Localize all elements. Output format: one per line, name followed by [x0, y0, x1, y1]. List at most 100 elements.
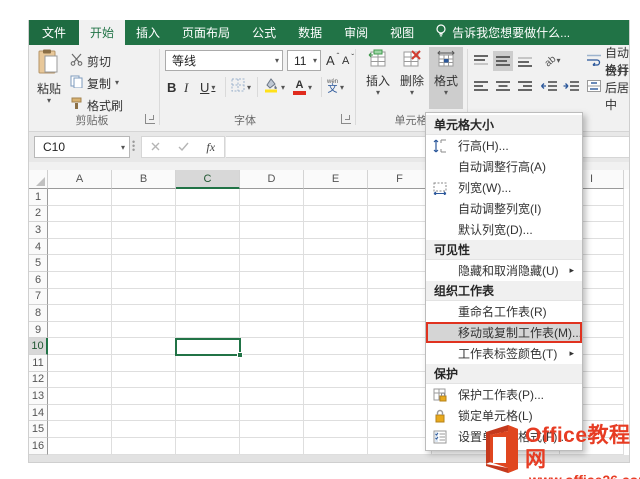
fill-handle[interactable]	[237, 352, 243, 358]
tab-3[interactable]: 页面布局	[171, 20, 241, 45]
grid-cell-B2[interactable]	[112, 205, 176, 223]
grid-cell-E2[interactable]	[304, 205, 368, 223]
column-header-D[interactable]: D	[240, 170, 304, 189]
grid-cell-F2[interactable]	[368, 205, 432, 223]
grid-cell-E11[interactable]	[304, 354, 368, 372]
menu-item-3-1[interactable]: 锁定单元格(L)	[426, 405, 582, 426]
grow-font-button[interactable]: Aˆ	[326, 50, 339, 71]
grid-cell-F3[interactable]	[368, 222, 432, 239]
menu-item-3-0[interactable]: 保护工作表(P)...	[426, 384, 582, 405]
grid-cell-B16[interactable]	[112, 437, 176, 455]
enter-icon[interactable]	[178, 138, 189, 156]
italic-button[interactable]: I	[184, 77, 188, 98]
grid-cell-B11[interactable]	[112, 354, 176, 372]
grid-cell-D8[interactable]	[240, 305, 304, 322]
drag-handle-icon[interactable]: • • •	[132, 138, 135, 155]
insert-function-button[interactable]: fx	[206, 140, 215, 155]
row-header-6[interactable]: 6	[29, 271, 48, 289]
grid-cell-F11[interactable]	[368, 354, 432, 372]
row-header-1[interactable]: 1	[29, 189, 48, 206]
tell-me-box[interactable]: 告诉我您想要做什么...	[435, 20, 570, 45]
column-header-B[interactable]: B	[112, 170, 176, 189]
row-header-13[interactable]: 13	[29, 388, 48, 405]
grid-cell-E15[interactable]	[304, 421, 368, 438]
grid-cell-E13[interactable]	[304, 388, 368, 405]
menu-item-0-2[interactable]: 列宽(W)...	[426, 177, 582, 198]
grid-cell-B13[interactable]	[112, 388, 176, 405]
shrink-font-button[interactable]: Aˇ	[342, 50, 354, 71]
selected-cell-outline[interactable]	[175, 338, 243, 358]
row-header-9[interactable]: 9	[29, 321, 48, 339]
tab-4[interactable]: 公式	[241, 20, 287, 45]
grid-cell-C13[interactable]	[176, 388, 240, 405]
grid-cell-D11[interactable]	[240, 354, 304, 372]
row-header-16[interactable]: 16	[29, 437, 48, 455]
grid-cell-A7[interactable]	[48, 288, 112, 306]
format-cells-menu-button[interactable]: 格式 ▾	[429, 47, 463, 109]
grid-cell-F16[interactable]	[368, 437, 432, 455]
grid-cell-B15[interactable]	[112, 421, 176, 438]
phonetic-guide-button[interactable]: wén 文 ▾	[327, 77, 344, 98]
column-header-A[interactable]: A	[48, 170, 112, 189]
row-header-15[interactable]: 15	[29, 421, 48, 438]
borders-button[interactable]: ▾	[231, 77, 251, 98]
grid-cell-A2[interactable]	[48, 205, 112, 223]
clipboard-dialog-launcher-icon[interactable]	[145, 114, 155, 124]
grid-cell-D16[interactable]	[240, 437, 304, 455]
align-left-icon[interactable]	[471, 77, 491, 97]
align-right-icon[interactable]	[515, 77, 535, 97]
grid-cell-F9[interactable]	[368, 321, 432, 339]
align-middle-icon[interactable]	[493, 51, 513, 71]
grid-cell-F8[interactable]	[368, 305, 432, 322]
grid-cell-B10[interactable]	[112, 338, 176, 355]
tab-1[interactable]: 开始	[79, 20, 126, 45]
grid-cell-B9[interactable]	[112, 321, 176, 339]
font-name-combo[interactable]: 等线 ▾	[165, 50, 283, 71]
grid-cell-C15[interactable]	[176, 421, 240, 438]
column-header-C[interactable]: C	[176, 170, 240, 189]
grid-cell-A10[interactable]	[48, 338, 112, 355]
grid-cell-E12[interactable]	[304, 371, 368, 389]
grid-cell-C5[interactable]	[176, 255, 240, 272]
grid-cell-E10[interactable]	[304, 338, 368, 355]
align-top-icon[interactable]	[471, 51, 491, 71]
grid-cell-C2[interactable]	[176, 205, 240, 223]
row-header-10[interactable]: 10	[29, 338, 48, 355]
grid-cell-C6[interactable]	[176, 271, 240, 289]
grid-cell-F1[interactable]	[368, 189, 432, 206]
font-size-combo[interactable]: 11 ▾	[287, 50, 321, 71]
grid-cell-C16[interactable]	[176, 437, 240, 455]
name-box[interactable]: C10 ▾	[34, 136, 130, 158]
row-header-12[interactable]: 12	[29, 371, 48, 389]
align-bottom-icon[interactable]	[515, 51, 535, 71]
grid-cell-D4[interactable]	[240, 238, 304, 256]
grid-cell-C4[interactable]	[176, 238, 240, 256]
grid-cell-C1[interactable]	[176, 189, 240, 206]
grid-cell-E5[interactable]	[304, 255, 368, 272]
grid-cell-F4[interactable]	[368, 238, 432, 256]
grid-cell-C11[interactable]	[176, 354, 240, 372]
menu-item-0-1[interactable]: 自动调整行高(A)	[426, 156, 582, 177]
grid-cell-A4[interactable]	[48, 238, 112, 256]
grid-cell-A16[interactable]	[48, 437, 112, 455]
grid-cell-A3[interactable]	[48, 222, 112, 239]
grid-cell-A14[interactable]	[48, 404, 112, 422]
grid-cell-E16[interactable]	[304, 437, 368, 455]
grid-cell-D3[interactable]	[240, 222, 304, 239]
font-dialog-launcher-icon[interactable]	[341, 114, 351, 124]
bold-button[interactable]: B	[167, 77, 176, 98]
grid-cell-E14[interactable]	[304, 404, 368, 422]
grid-cell-A12[interactable]	[48, 371, 112, 389]
cut-button[interactable]: 剪切	[70, 51, 111, 71]
decrease-indent-icon[interactable]	[539, 77, 559, 97]
grid-cell-F5[interactable]	[368, 255, 432, 272]
menu-item-0-0[interactable]: 行高(H)...	[426, 135, 582, 156]
grid-cell-E1[interactable]	[304, 189, 368, 206]
fill-color-button[interactable]: ▾	[263, 77, 285, 98]
row-header-8[interactable]: 8	[29, 305, 48, 322]
row-header-7[interactable]: 7	[29, 288, 48, 306]
row-header-3[interactable]: 3	[29, 222, 48, 239]
grid-cell-B3[interactable]	[112, 222, 176, 239]
grid-cell-D9[interactable]	[240, 321, 304, 339]
grid-cell-C7[interactable]	[176, 288, 240, 306]
